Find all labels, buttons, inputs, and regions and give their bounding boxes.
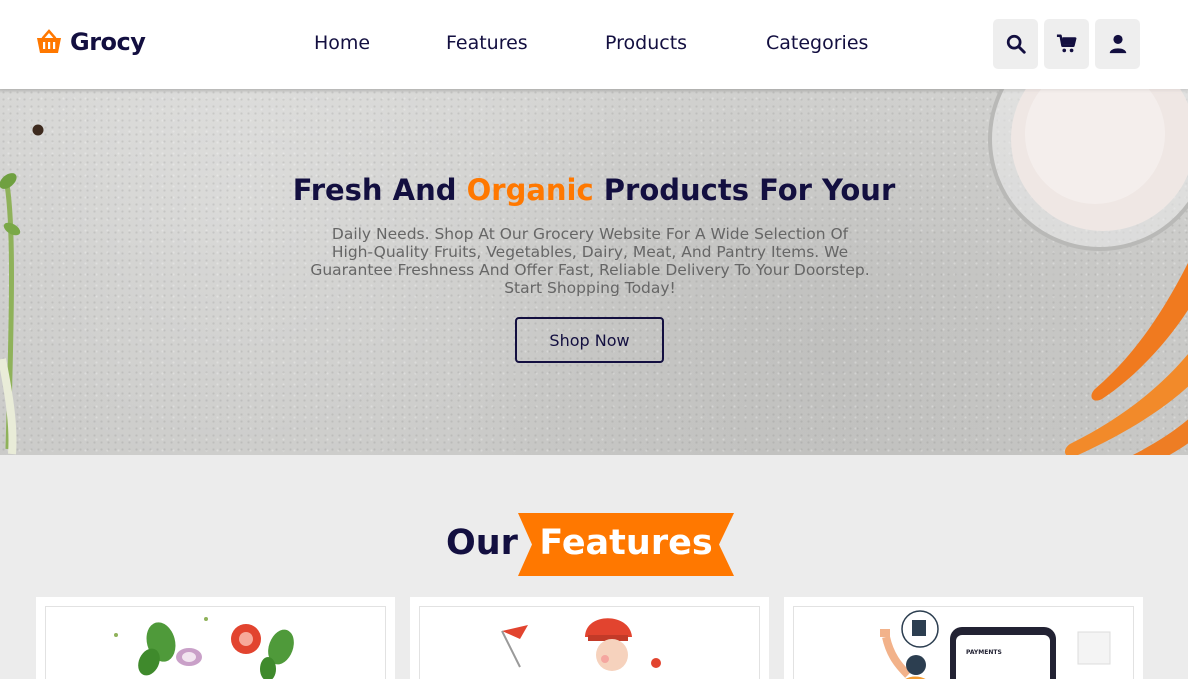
features-heading: Our Features bbox=[0, 513, 1188, 577]
carrots-image bbox=[1064, 262, 1188, 455]
hero-title-end: Products For Your bbox=[593, 173, 896, 207]
hero-title-accent: Organic bbox=[466, 173, 594, 207]
hero-banner: Fresh And Organic Products For Your Dail… bbox=[0, 89, 1188, 455]
features-heading-highlight: Features bbox=[539, 523, 713, 563]
shop-now-button[interactable]: Shop Now bbox=[515, 317, 664, 363]
nav-products[interactable]: Products bbox=[605, 32, 687, 54]
hero-title: Fresh And Organic Products For Your bbox=[0, 173, 1188, 207]
feature-card: PAYMENTS bbox=[784, 597, 1143, 679]
search-icon bbox=[1006, 34, 1026, 54]
user-icon bbox=[1109, 34, 1126, 54]
peppercorn-image bbox=[32, 124, 44, 136]
site-header: Grocy Home Features Products Categories bbox=[0, 0, 1188, 89]
features-heading-plain: Our bbox=[446, 523, 518, 563]
cart-button[interactable] bbox=[1044, 19, 1089, 69]
mobile-payment-illustration bbox=[880, 610, 1111, 679]
nav-features[interactable]: Features bbox=[446, 32, 528, 54]
delivery-courier-illustration bbox=[501, 618, 661, 671]
search-button[interactable] bbox=[993, 19, 1038, 69]
header-actions bbox=[993, 19, 1140, 69]
nav-categories[interactable]: Categories bbox=[766, 32, 868, 54]
hero-title-start: Fresh And bbox=[292, 173, 467, 207]
feature-card bbox=[36, 597, 395, 679]
payments-screen-label: PAYMENTS bbox=[966, 649, 1002, 656]
feature-card bbox=[410, 597, 769, 679]
cart-icon bbox=[1056, 34, 1076, 53]
nav-home[interactable]: Home bbox=[314, 32, 370, 54]
fresh-vegetables-illustration bbox=[114, 617, 294, 679]
hero-description: Daily Needs. Shop At Our Grocery Website… bbox=[310, 225, 870, 297]
account-button[interactable] bbox=[1095, 19, 1140, 69]
